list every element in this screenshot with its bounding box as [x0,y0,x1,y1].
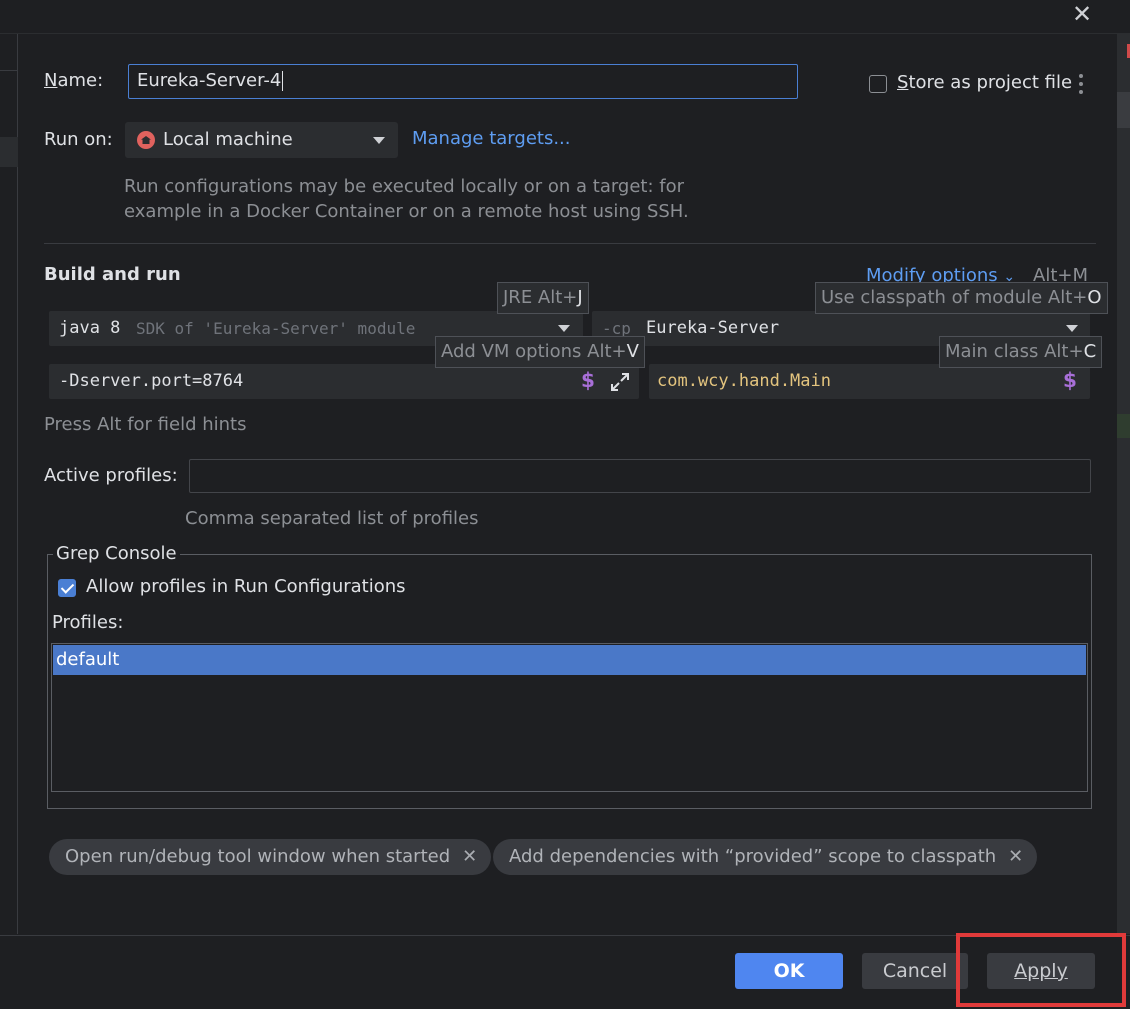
cancel-button[interactable]: Cancel [862,953,968,989]
classpath-module-value: Eureka-Server [646,318,780,338]
close-icon[interactable]: ✕ [1070,2,1094,26]
configuration-tree-edge [0,34,18,934]
jre-value: java 8 [59,318,121,338]
title-bar: ✕ [0,0,1130,34]
active-profiles-input[interactable] [189,459,1091,493]
run-on-selected: Local machine [163,129,293,150]
macro-icon[interactable]: $ [581,368,595,392]
remove-chip-icon[interactable]: ✕ [1008,846,1023,867]
store-as-project-file-label[interactable]: Store as project file [897,72,1072,93]
profiles-list[interactable]: default [51,643,1088,792]
run-on-select[interactable]: Local machine [125,122,398,158]
expand-icon[interactable] [609,371,631,393]
apply-highlight-box [956,933,1126,1007]
name-input[interactable]: Eureka-Server-4 [128,64,798,99]
chip-provided-scope-dependencies: Add dependencies with “provided” scope t… [493,839,1038,875]
jre-hint: SDK of 'Eureka-Server' module [136,319,416,338]
manage-targets-link[interactable]: Manage targets... [412,128,571,149]
vm-options-value: -Dserver.port=8764 [59,371,244,391]
chevron-down-icon [1066,325,1078,332]
chip-open-run-debug-window: Open run/debug tool window when started ✕ [49,839,492,875]
grep-console-title: Grep Console [53,543,180,564]
local-machine-icon [137,131,155,149]
vm-options-input[interactable]: -Dserver.port=8764 $ [49,364,639,399]
build-and-run-heading: Build and run [44,264,181,285]
run-on-hint-line1: Run configurations may be executed local… [124,176,685,197]
classpath-hint-tooltip: Use classpath of module Alt+O [815,282,1108,314]
active-profiles-label: Active profiles: [44,465,178,486]
remove-chip-icon[interactable]: ✕ [462,846,477,867]
allow-profiles-label[interactable]: Allow profiles in Run Configurations [86,576,406,597]
jre-hint-tooltip: JRE Alt+J [497,282,589,314]
name-label: Name: [44,70,104,91]
active-profiles-hint: Comma separated list of profiles [185,508,479,529]
more-options-icon[interactable] [1076,73,1088,95]
background-editor-edge [1117,34,1130,934]
field-hints-note: Press Alt for field hints [44,414,247,435]
list-item[interactable]: default [53,645,1086,675]
run-on-hint-line2: example in a Docker Container or on a re… [124,201,689,222]
macro-icon[interactable]: $ [1063,368,1077,392]
separator [44,243,1096,244]
chevron-down-icon [373,137,385,144]
store-as-project-file-checkbox[interactable] [869,75,887,93]
chevron-down-icon [558,325,570,332]
main-class-input[interactable]: com.wcy.hand.Main $ [649,364,1090,399]
profiles-label: Profiles: [52,612,124,633]
allow-profiles-checkbox[interactable] [58,579,76,597]
ok-button[interactable]: OK [735,953,843,989]
run-on-label: Run on: [44,129,113,150]
vm-options-hint-tooltip: Add VM options Alt+V [435,336,645,368]
main-class-hint-tooltip: Main class Alt+C [939,336,1103,368]
main-class-value: com.wcy.hand.Main [657,371,831,391]
